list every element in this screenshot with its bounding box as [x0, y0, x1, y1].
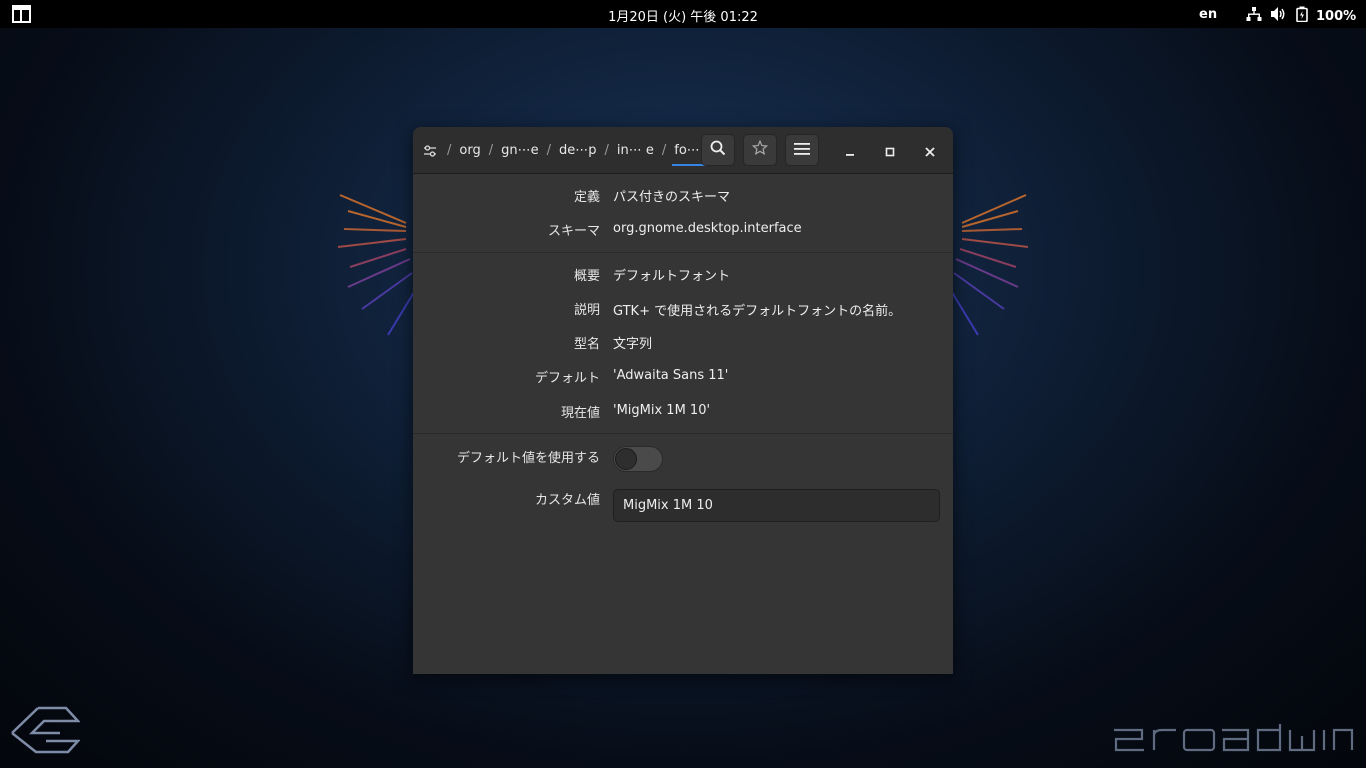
maximize-icon	[885, 142, 895, 161]
breadcrumb-item[interactable]: org	[459, 143, 480, 158]
battery-icon	[1296, 6, 1308, 26]
top-bar: 1月20日 (火) 午後 01:22 en 100%	[0, 0, 1366, 28]
network-icon	[1246, 6, 1262, 26]
minimize-button[interactable]	[838, 139, 862, 163]
search-button[interactable]	[701, 134, 735, 166]
close-button[interactable]	[918, 139, 942, 163]
current-value: 'MigMix 1M 10'	[613, 403, 711, 418]
type-row: 型名 文字列	[413, 333, 953, 353]
keyboard-language-indicator[interactable]: en	[1199, 7, 1217, 22]
toggle-knob	[615, 448, 637, 470]
volume-icon	[1270, 6, 1288, 26]
summary-row: 概要 デフォルトフォント	[413, 265, 953, 285]
broadwing-logo-icon	[11, 706, 80, 754]
maximize-button[interactable]	[878, 139, 902, 163]
close-icon	[925, 142, 935, 161]
summary-value: デフォルトフォント	[613, 269, 731, 284]
breadcrumb-item[interactable]: gn⋯e	[501, 143, 539, 158]
default-label: デフォルト	[534, 371, 600, 386]
bookmark-button[interactable]	[743, 134, 777, 166]
current-value-row: 現在値 'MigMix 1M 10'	[413, 402, 953, 422]
description-value: GTK+ で使用されるデフォルトフォントの名前。	[613, 304, 902, 319]
header-bar: / org / gn⋯e / de⋯p / in⋯ e / fo⋯ e	[413, 127, 953, 174]
use-default-label: デフォルト値を使用する	[456, 451, 600, 466]
main-menu-button[interactable]	[785, 134, 819, 166]
breadcrumb-separator: /	[604, 143, 609, 158]
definition-row: 定義 パス付きのスキーマ	[413, 186, 953, 206]
bookmark-star-icon	[751, 139, 769, 160]
breadcrumb-separator: /	[488, 143, 494, 158]
schema-row: スキーマ org.gnome.desktop.interface	[413, 220, 953, 240]
use-default-toggle[interactable]	[613, 446, 663, 472]
schema-label: スキーマ	[547, 224, 600, 239]
current-value-label: 現在値	[560, 406, 600, 421]
definition-value: パス付きのスキーマ	[613, 190, 731, 205]
dconf-editor-window: / org / gn⋯e / de⋯p / in⋯ e / fo⋯ e 定義 パ…	[413, 127, 953, 674]
default-row: デフォルト 'Adwaita Sans 11'	[413, 367, 953, 387]
custom-value-label: カスタム値	[534, 493, 600, 508]
schema-value: org.gnome.desktop.interface	[613, 221, 802, 236]
section-divider	[413, 252, 953, 253]
summary-label: 概要	[573, 269, 600, 284]
breadcrumb: / org / gn⋯e / de⋯p / in⋯ e / fo⋯ e	[423, 127, 714, 174]
description-label: 説明	[573, 303, 600, 318]
definition-label: 定義	[573, 190, 600, 205]
broadwing-wordmark	[1114, 724, 1354, 752]
battery-percentage: 100%	[1316, 8, 1357, 24]
clock[interactable]: 1月20日 (火) 午後 01:22	[0, 6, 1366, 25]
system-status-area[interactable]: 100%	[1246, 6, 1356, 26]
breadcrumb-separator: /	[661, 143, 667, 158]
section-divider	[413, 433, 953, 434]
default-value: 'Adwaita Sans 11'	[613, 368, 729, 383]
breadcrumb-separator: /	[447, 143, 452, 158]
breadcrumb-item[interactable]: in⋯ e	[617, 143, 654, 158]
minimize-icon	[845, 142, 855, 161]
type-value: 文字列	[613, 337, 653, 352]
use-default-row: デフォルト値を使用する	[413, 447, 953, 467]
breadcrumb-item[interactable]: de⋯p	[559, 143, 597, 158]
settings-sliders-icon[interactable]	[423, 144, 437, 158]
breadcrumb-separator: /	[546, 143, 551, 158]
description-row: 説明 GTK+ で使用されるデフォルトフォントの名前。	[413, 299, 953, 319]
type-label: 型名	[573, 337, 600, 352]
hamburger-menu-icon	[794, 141, 810, 160]
custom-value-input[interactable]: MigMix 1M 10	[613, 489, 940, 522]
search-icon	[710, 140, 726, 160]
